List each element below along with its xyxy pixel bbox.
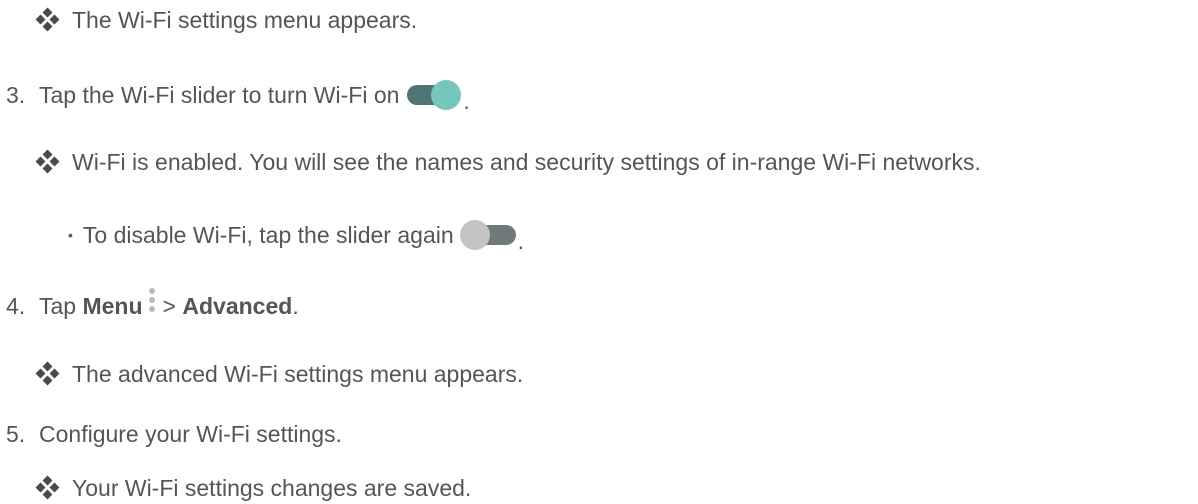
step-text: Configure your Wi-Fi settings. [39, 421, 342, 447]
bullet-period: . [517, 228, 525, 254]
step-period: . [292, 293, 299, 319]
result-line-4: Your Wi-Fi settings changes are saved. [35, 474, 472, 502]
result-diamonds-icon [35, 475, 60, 500]
step-text: Tap the Wi-Fi slider to turn Wi-Fi on [39, 82, 400, 108]
toggle-off-icon [459, 220, 518, 250]
result-text: The advanced Wi-Fi settings menu appears… [72, 361, 524, 387]
bullet-disable-wifi: • To disable Wi-Fi, tap the slider again… [68, 220, 524, 254]
step-number: 3. [6, 82, 26, 108]
result-line-2: Wi-Fi is enabled. You will see the names… [35, 148, 981, 176]
menu-kebab-icon [148, 288, 157, 312]
advanced-label: Advanced [182, 293, 293, 319]
result-diamonds-icon [35, 149, 60, 174]
step-number: 4. [6, 293, 26, 319]
step-4: 4. Tap Menu > Advanced . [6, 288, 299, 320]
step-text-tap: Tap [39, 293, 77, 319]
result-line-3: The advanced Wi-Fi settings menu appears… [35, 360, 524, 388]
step-3: 3. Tap the Wi-Fi slider to turn Wi-Fi on… [6, 80, 470, 114]
result-diamonds-icon [35, 361, 60, 386]
result-text: Your Wi-Fi settings changes are saved. [72, 475, 472, 501]
step-period: . [463, 88, 470, 114]
step-gt: > [162, 293, 176, 319]
toggle-on-icon [405, 80, 463, 110]
result-diamonds-icon [35, 7, 60, 32]
step-number: 5. [6, 421, 26, 447]
bullet-dot: • [68, 227, 73, 243]
result-text: Wi-Fi is enabled. You will see the names… [72, 149, 981, 175]
result-text: The Wi-Fi settings menu appears. [72, 7, 418, 33]
result-line-1: The Wi-Fi settings menu appears. [35, 6, 418, 34]
step-5: 5. Configure your Wi-Fi settings. [6, 420, 342, 448]
menu-label: Menu [82, 293, 143, 319]
bullet-text: To disable Wi-Fi, tap the slider again [82, 222, 454, 248]
